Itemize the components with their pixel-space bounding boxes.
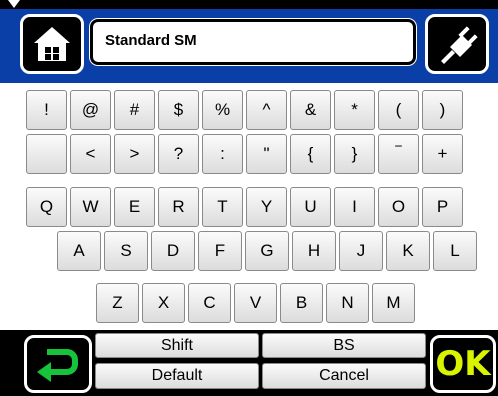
ok-button[interactable]: OK xyxy=(430,335,496,393)
key[interactable]: % xyxy=(202,90,243,130)
key[interactable]: ( xyxy=(378,90,419,130)
key[interactable]: Z xyxy=(96,283,139,323)
key[interactable]: $ xyxy=(158,90,199,130)
shift-button[interactable]: Shift xyxy=(95,333,259,358)
key[interactable]: ) xyxy=(422,90,463,130)
key[interactable]: Y xyxy=(246,187,287,227)
key[interactable]: G xyxy=(245,231,289,271)
key[interactable]: F xyxy=(198,231,242,271)
key[interactable]: E xyxy=(114,187,155,227)
home-icon xyxy=(34,27,70,61)
key[interactable]: @ xyxy=(70,90,111,130)
backspace-label: BS xyxy=(333,336,355,354)
key[interactable]: : xyxy=(202,134,243,174)
key[interactable]: { xyxy=(290,134,331,174)
enter-arrow-icon xyxy=(37,349,78,382)
key[interactable]: < xyxy=(70,134,111,174)
enter-button[interactable] xyxy=(24,335,92,393)
key[interactable]: B xyxy=(280,283,323,323)
plug-icon xyxy=(441,26,478,64)
key[interactable]: D xyxy=(151,231,195,271)
key[interactable]: R xyxy=(158,187,199,227)
key[interactable]: W xyxy=(70,187,111,227)
key[interactable]: U xyxy=(290,187,331,227)
key[interactable]: T xyxy=(202,187,243,227)
key[interactable]: H xyxy=(292,231,336,271)
key[interactable]: A xyxy=(57,231,101,271)
indicator-icon xyxy=(8,0,20,8)
default-button[interactable]: Default xyxy=(95,363,259,389)
key[interactable]: M xyxy=(372,283,415,323)
title-field[interactable]: Standard SM xyxy=(90,19,416,65)
key[interactable]: & xyxy=(290,90,331,130)
key[interactable]: K xyxy=(386,231,430,271)
shift-label: Shift xyxy=(160,336,193,354)
key[interactable]: + xyxy=(422,134,463,174)
key[interactable]: X xyxy=(142,283,185,323)
key[interactable]: " xyxy=(246,134,287,174)
key[interactable]: N xyxy=(326,283,369,323)
key[interactable] xyxy=(26,134,67,174)
key[interactable]: O xyxy=(378,187,419,227)
key[interactable]: ^ xyxy=(246,90,287,130)
key[interactable]: ? xyxy=(158,134,199,174)
home-button[interactable] xyxy=(20,14,84,74)
backspace-button[interactable]: BS xyxy=(262,333,426,358)
key[interactable]: P xyxy=(422,187,463,227)
key[interactable]: ‾ xyxy=(378,134,419,174)
key[interactable]: Q xyxy=(26,187,67,227)
key[interactable]: * xyxy=(334,90,375,130)
power-button[interactable] xyxy=(425,14,489,74)
title-text: Standard SM xyxy=(105,32,197,49)
key[interactable]: ! xyxy=(26,90,67,130)
key[interactable]: } xyxy=(334,134,375,174)
ok-label: OK xyxy=(435,344,491,384)
key[interactable]: S xyxy=(104,231,148,271)
key[interactable]: J xyxy=(339,231,383,271)
cancel-label: Cancel xyxy=(319,367,369,384)
key[interactable]: C xyxy=(188,283,231,323)
key[interactable]: # xyxy=(114,90,155,130)
default-label: Default xyxy=(151,367,203,384)
cancel-button[interactable]: Cancel xyxy=(262,363,426,389)
key[interactable]: > xyxy=(114,134,155,174)
key[interactable]: V xyxy=(234,283,277,323)
key[interactable]: I xyxy=(334,187,375,227)
key[interactable]: L xyxy=(433,231,477,271)
